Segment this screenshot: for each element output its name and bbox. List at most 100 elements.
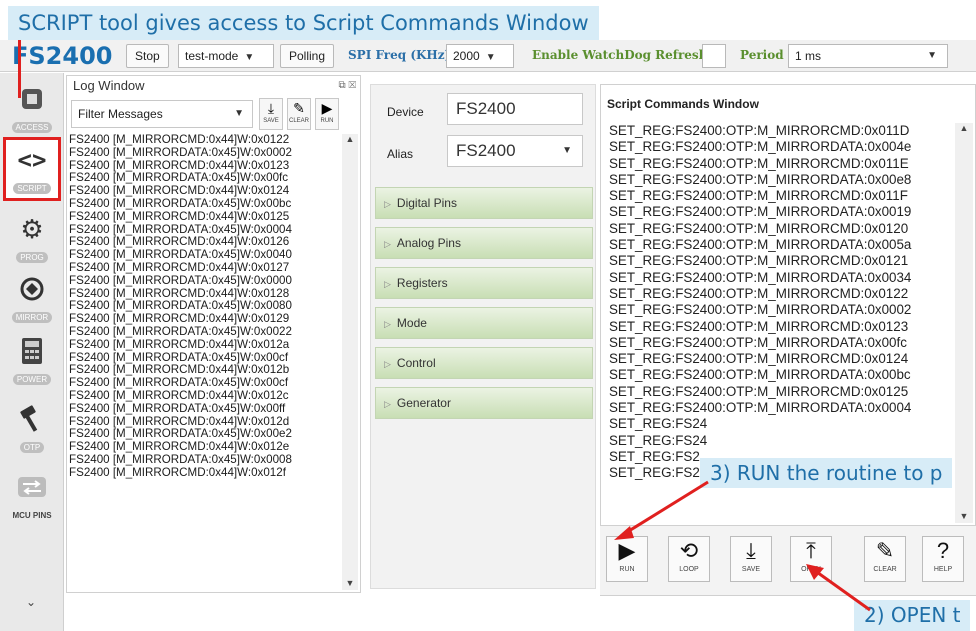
annotation-script-tool: SCRIPT tool gives access to Script Comma…: [8, 6, 599, 40]
alias-label: Alias: [387, 147, 414, 161]
scroll-up-icon[interactable]: ▲: [955, 123, 973, 133]
help-icon: ?: [936, 538, 950, 563]
filter-value: Filter Messages: [78, 107, 163, 121]
mirror-icon: [12, 271, 52, 307]
watchdog-checkbox[interactable]: [702, 44, 726, 68]
script-help-button[interactable]: ? HELP: [922, 536, 964, 582]
sidebar-item-mcu-pins[interactable]: MCU PINS: [3, 467, 61, 531]
sidebar-item-label: PROG: [16, 252, 48, 263]
chevron-down-icon: ▼: [927, 50, 937, 61]
sidebar-item-power[interactable]: POWER: [3, 331, 61, 395]
window-controls-icon[interactable]: ⧉ ☒: [339, 80, 356, 91]
sidebar-item-label: POWER: [12, 374, 52, 385]
script-line: SET_REG:FS2400:OTP:M_MIRRORDATA:0x00bc: [609, 367, 911, 383]
sidebar-item-label: MIRROR: [11, 312, 53, 323]
sidebar-item-mirror[interactable]: MIRROR: [3, 269, 61, 333]
log-line: FS2400 [M_MIRRORDATA:0x45]W:0x0008: [69, 452, 292, 466]
spi-freq-value: 2000: [453, 49, 480, 63]
sidebar-item-label: MCU PINS: [12, 511, 52, 520]
script-line: SET_REG:FS2400:OTP:M_MIRRORDATA:0x005a: [609, 237, 912, 253]
sidebar-item-access[interactable]: ACCESS: [3, 79, 61, 143]
script-line: SET_REG:FS2400:OTP:M_MIRRORDATA:0x00fc: [609, 334, 907, 350]
log-line: FS2400 [M_MIRRORDATA:0x45]W:0x0000: [69, 273, 292, 287]
log-line: FS2400 [M_MIRRORCMD:0x44]W:0x0125: [69, 209, 290, 223]
button-label: SAVE: [741, 566, 761, 573]
device-label: Device: [387, 105, 424, 119]
filter-messages-select[interactable]: Filter Messages ▼: [71, 100, 253, 128]
log-line: FS2400 [M_MIRRORDATA:0x45]W:0x00bc: [69, 196, 292, 210]
log-lines: FS2400 [M_MIRRORCMD:0x44]W:0x0122 FS2400 …: [69, 134, 339, 590]
triangle-right-icon: ▷: [384, 239, 391, 249]
script-save-button[interactable]: ⤓ SAVE: [730, 536, 772, 582]
chevron-down-icon: ▼: [244, 52, 255, 63]
log-line: FS2400 [M_MIRRORCMD:0x44]W:0x012a: [69, 337, 290, 351]
script-loop-button[interactable]: ⟲ LOOP: [668, 536, 710, 582]
period-select[interactable]: 1 ms ▼: [788, 44, 948, 68]
log-line: FS2400 [M_MIRRORDATA:0x45]W:0x0002: [69, 145, 292, 159]
script-window-title: Script Commands Window: [607, 97, 759, 111]
script-line: SET_REG:FS2400:OTP:M_MIRRORCMD:0x0122: [609, 285, 909, 301]
log-scrollbar[interactable]: ▲ ▼: [342, 134, 358, 590]
log-run-button[interactable]: ▶ RUN: [315, 98, 339, 130]
annotation-open: 2) OPEN t: [854, 600, 971, 631]
loop-icon: ⟲: [679, 538, 699, 563]
script-line: SET_REG:FS2400:OTP:M_MIRRORCMD:0x011D: [609, 123, 910, 138]
chevron-down-icon: ▼: [234, 108, 244, 119]
script-line: SET_REG:FS2400:OTP:M_MIRRORDATA:0x0034: [609, 269, 912, 285]
script-line: SET_REG:FS2400:OTP:M_MIRRORCMD:0x0125: [609, 383, 909, 399]
section-label: Registers: [396, 276, 448, 290]
log-line: FS2400 [M_MIRRORCMD:0x44]W:0x012c: [69, 388, 289, 402]
sidebar-item-prog[interactable]: ⚙ PROG: [3, 209, 61, 273]
polling-button[interactable]: Polling: [280, 44, 335, 68]
button-label: RUN: [320, 118, 334, 124]
broom-icon: ✎: [293, 100, 305, 116]
broom-icon: ✎: [875, 538, 895, 563]
sidebar-item-otp[interactable]: OTP: [3, 399, 61, 463]
scroll-up-icon[interactable]: ▲: [342, 134, 358, 144]
code-icon: <>: [17, 146, 47, 174]
triangle-right-icon: ▷: [384, 359, 391, 369]
device-field[interactable]: FS2400: [447, 93, 583, 125]
section-registers[interactable]: ▷ Registers: [375, 267, 593, 299]
upload-icon: ⤒: [806, 538, 816, 563]
script-lines[interactable]: SET_REG:FS2400:OTP:M_MIRRORCMD:0x011D SET…: [609, 123, 949, 593]
stop-button[interactable]: Stop: [126, 44, 169, 68]
watchdog-label: Enable WatchDog Refresh: [532, 48, 708, 62]
section-control[interactable]: ▷ Control: [375, 347, 593, 379]
script-line: SET_REG:FS2400:OTP:M_MIRRORDATA:0x0002: [609, 302, 912, 318]
spi-freq-select[interactable]: 2000 ▼: [446, 44, 514, 68]
scroll-down-icon[interactable]: ▼: [342, 578, 358, 588]
log-clear-button[interactable]: ✎ CLEAR: [287, 98, 311, 130]
app-title: FS2400: [12, 42, 113, 70]
sidebar-item-label: SCRIPT: [13, 183, 51, 194]
pins-icon: [12, 469, 52, 505]
script-run-button[interactable]: ▶ RUN: [606, 536, 648, 582]
annotation-run: 3) RUN the routine to p: [700, 458, 953, 488]
script-clear-button[interactable]: ✎ CLEAR: [864, 536, 906, 582]
sidebar-item-label: ACCESS: [11, 122, 53, 133]
chevron-down-icon[interactable]: ⌄: [26, 595, 36, 609]
button-label: SAVE: [263, 118, 279, 124]
chevron-down-icon: ▼: [562, 145, 572, 156]
log-line: FS2400 [M_MIRRORDATA:0x45]W:0x00ff: [69, 401, 286, 415]
scroll-down-icon[interactable]: ▼: [955, 511, 973, 521]
script-line: SET_REG:FS2400:OTP:M_MIRRORDATA:0x00e8: [609, 171, 912, 187]
script-line: SET_REG:FS2400:OTP:M_MIRRORCMD:0x0124: [609, 351, 909, 367]
triangle-right-icon: ▷: [384, 199, 391, 209]
script-scrollbar[interactable]: ▲ ▼: [955, 123, 973, 523]
log-window: Log Window ⧉ ☒ Filter Messages ▼ ⤓ SAVE ✎ C…: [66, 75, 361, 593]
script-line: SET_REG:FS2400:OTP:M_MIRRORCMD:0x0123: [609, 318, 909, 334]
section-mode[interactable]: ▷ Mode: [375, 307, 593, 339]
sidebar-item-script[interactable]: <> SCRIPT: [3, 137, 61, 201]
log-line: FS2400 [M_MIRRORCMD:0x44]W:0x0122: [69, 134, 290, 146]
script-line: SET_REG:FS2400:OTP:M_MIRRORCMD:0x0121: [609, 253, 909, 269]
log-save-button[interactable]: ⤓ SAVE: [259, 98, 283, 130]
script-open-button[interactable]: ⤒ OPEN: [790, 536, 832, 582]
log-window-title: Log Window: [73, 78, 145, 93]
section-generator[interactable]: ▷ Generator: [375, 387, 593, 419]
section-analog-pins[interactable]: ▷ Analog Pins: [375, 227, 593, 259]
mode-select[interactable]: test-mode ▼: [178, 44, 274, 68]
alias-select[interactable]: FS2400 ▼: [447, 135, 583, 167]
section-digital-pins[interactable]: ▷ Digital Pins: [375, 187, 593, 219]
button-label: CLEAR: [873, 566, 897, 573]
